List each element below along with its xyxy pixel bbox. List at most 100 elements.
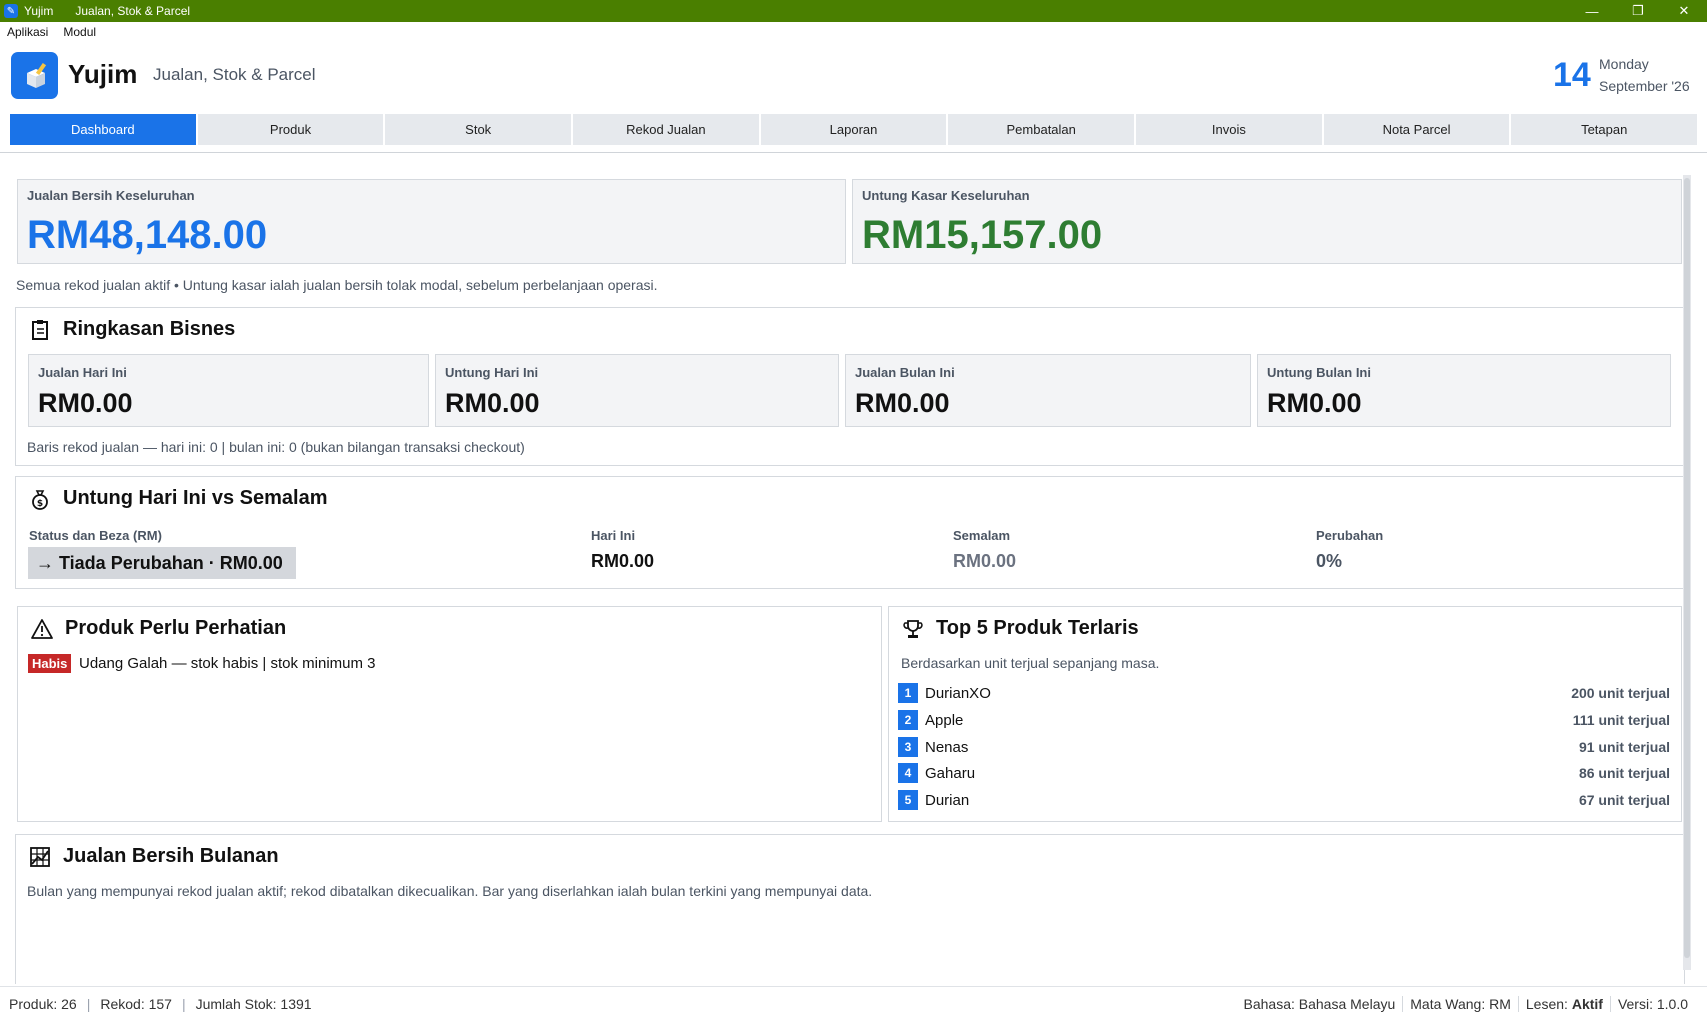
summary-card-sales-month: Jualan Bulan Ini RM0.00 <box>845 354 1251 427</box>
warning-icon <box>31 618 53 639</box>
svg-text:$: $ <box>37 499 43 509</box>
compare-yesterday-value: RM0.00 <box>953 551 1017 571</box>
compare-status-badge: → Tiada Perubahan · RM0.00 <box>28 547 296 579</box>
minimize-button[interactable]: — <box>1569 0 1615 22</box>
date-month-year: September '26 <box>1599 78 1690 94</box>
window-doc-title: Jualan, Stok & Parcel <box>75 4 191 18</box>
attention-item: Udang Galah — stok habis | stok minimum … <box>79 655 376 672</box>
summary-card-label: Jualan Hari Ini <box>38 365 127 380</box>
kpi-profit-value: RM15,157.00 <box>862 213 1103 257</box>
status-lesen: Lesen: Aktif <box>1517 996 1610 1012</box>
compare-status-label: Status dan Beza (RM) <box>29 528 162 543</box>
money-bag-icon: $ <box>32 489 48 510</box>
compare-yesterday-label: Semalam <box>953 528 1011 543</box>
tab-divider <box>0 152 1707 153</box>
tab-pembatalan[interactable]: Pembatalan <box>948 114 1135 145</box>
status-mata-wang: Mata Wang: RM <box>1402 996 1518 1012</box>
status-stok: Jumlah Stok: 1391 <box>195 996 312 1012</box>
status-lesen-value: Aktif <box>1571 996 1603 1012</box>
top5-row: 4 Gaharu 86 unit terjual <box>898 762 1670 784</box>
monthly-note: Bulan yang mempunyai rekod jualan aktif;… <box>27 883 873 899</box>
units-sold: 200 unit terjual <box>1571 685 1670 701</box>
summary-card-value: RM0.00 <box>445 388 540 418</box>
tab-tetapan[interactable]: Tetapan <box>1511 114 1698 145</box>
top5-row: 3 Nenas 91 unit terjual <box>898 736 1670 758</box>
compare-title: $ Untung Hari Ini vs Semalam <box>29 487 328 510</box>
summary-card-value: RM0.00 <box>38 388 133 418</box>
attention-title-text: Produk Perlu Perhatian <box>65 617 287 639</box>
units-sold: 91 unit terjual <box>1578 739 1670 755</box>
status-lesen-label: Lesen: <box>1525 996 1572 1012</box>
compare-today-value: RM0.00 <box>591 551 655 571</box>
tab-stok[interactable]: Stok <box>385 114 572 145</box>
kpi-note: Semua rekod jualan aktif • Untung kasar … <box>16 277 658 293</box>
app-icon: ✎ <box>4 4 18 18</box>
stock-out-badge: Habis <box>28 654 72 673</box>
product-name: Gaharu <box>925 764 976 782</box>
monthly-title: Jualan Bersih Bulanan <box>29 845 279 868</box>
summary-card-profit-month: Untung Bulan Ini RM0.00 <box>1257 354 1671 427</box>
kpi-profit-label: Untung Kasar Keseluruhan <box>862 188 1030 203</box>
clipboard-icon <box>32 319 48 340</box>
rank-badge: 5 <box>898 790 918 810</box>
kpi-sales-card: Jualan Bersih Keseluruhan RM48,148.00 <box>17 179 846 264</box>
top5-title-text: Top 5 Produk Terlaris <box>936 617 1139 639</box>
kpi-sales-label: Jualan Bersih Keseluruhan <box>27 188 195 203</box>
summary-card-sales-today: Jualan Hari Ini RM0.00 <box>28 354 429 427</box>
rank-badge: 1 <box>898 683 918 703</box>
status-produk: Produk: 26 <box>9 996 77 1012</box>
tab-invois[interactable]: Invois <box>1136 114 1322 145</box>
scrollbar-thumb[interactable] <box>1684 178 1690 958</box>
summary-card-label: Untung Bulan Ini <box>1267 365 1371 380</box>
attention-title: Produk Perlu Perhatian <box>31 617 286 640</box>
app-header: Yujim Jualan, Stok & Parcel 14 Monday Se… <box>0 42 1707 112</box>
rank-badge: 4 <box>898 763 918 783</box>
product-name: Durian <box>925 791 970 809</box>
kpi-profit-card: Untung Kasar Keseluruhan RM15,157.00 <box>852 179 1682 264</box>
tab-laporan[interactable]: Laporan <box>760 114 947 145</box>
monthly-title-text: Jualan Bersih Bulanan <box>63 845 279 867</box>
summary-card-label: Untung Hari Ini <box>445 365 539 380</box>
product-name: Apple <box>925 711 964 729</box>
top5-row: 5 Durian 67 unit terjual <box>898 789 1670 811</box>
compare-title-text: Untung Hari Ini vs Semalam <box>63 487 328 509</box>
date-day: 14 <box>1553 56 1591 94</box>
top5-subtitle: Berdasarkan unit terjual sepanjang masa. <box>901 655 1160 671</box>
chart-grid-icon <box>30 846 50 867</box>
units-sold: 67 unit terjual <box>1578 792 1670 808</box>
summary-card-label: Jualan Bulan Ini <box>855 365 955 380</box>
main-tabs: Dashboard Produk Stok Rekod Jualan Lapor… <box>10 114 1698 145</box>
status-rekod: Rekod: 157 <box>100 996 172 1012</box>
summary-note: Baris rekod jualan — hari ini: 0 | bulan… <box>27 439 525 455</box>
summary-title-text: Ringkasan Bisnes <box>63 318 236 340</box>
tab-dashboard[interactable]: Dashboard <box>10 114 196 145</box>
summary-card-value: RM0.00 <box>1267 388 1362 418</box>
summary-title: Ringkasan Bisnes <box>29 318 235 341</box>
tab-produk[interactable]: Produk <box>197 114 384 145</box>
window-titlebar: ✎ Yujim Jualan, Stok & Parcel — ❐ ✕ <box>0 0 1707 22</box>
tab-nota-parcel[interactable]: Nota Parcel <box>1323 114 1510 145</box>
restore-button[interactable]: ❐ <box>1615 0 1661 22</box>
top5-row: 1 DurianXO 200 unit terjual <box>898 682 1670 704</box>
top5-title: Top 5 Produk Terlaris <box>902 617 1139 640</box>
units-sold: 111 unit terjual <box>1572 712 1670 728</box>
app-subtitle: Jualan, Stok & Parcel <box>153 65 316 84</box>
compare-today-label: Hari Ini <box>591 528 636 543</box>
tab-rekod-jualan[interactable]: Rekod Jualan <box>573 114 759 145</box>
trophy-icon <box>903 619 923 638</box>
menu-modul[interactable]: Modul <box>63 25 96 39</box>
rank-badge: 3 <box>898 737 918 757</box>
product-name: Nenas <box>925 738 969 756</box>
app-name: Yujim <box>68 59 138 89</box>
summary-card-profit-today: Untung Hari Ini RM0.00 <box>435 354 839 427</box>
date-weekday: Monday <box>1599 56 1649 72</box>
product-name: DurianXO <box>925 684 991 702</box>
window-app-title: Yujim <box>24 4 54 18</box>
menu-bar: Aplikasi Modul <box>0 22 1707 42</box>
kpi-sales-value: RM48,148.00 <box>27 213 268 257</box>
close-button[interactable]: ✕ <box>1661 0 1707 22</box>
menu-aplikasi[interactable]: Aplikasi <box>7 25 48 39</box>
app-logo-icon <box>11 52 58 99</box>
compare-change-label: Perubahan <box>1316 528 1384 543</box>
status-bahasa: Bahasa: Bahasa Melayu <box>1243 996 1396 1012</box>
